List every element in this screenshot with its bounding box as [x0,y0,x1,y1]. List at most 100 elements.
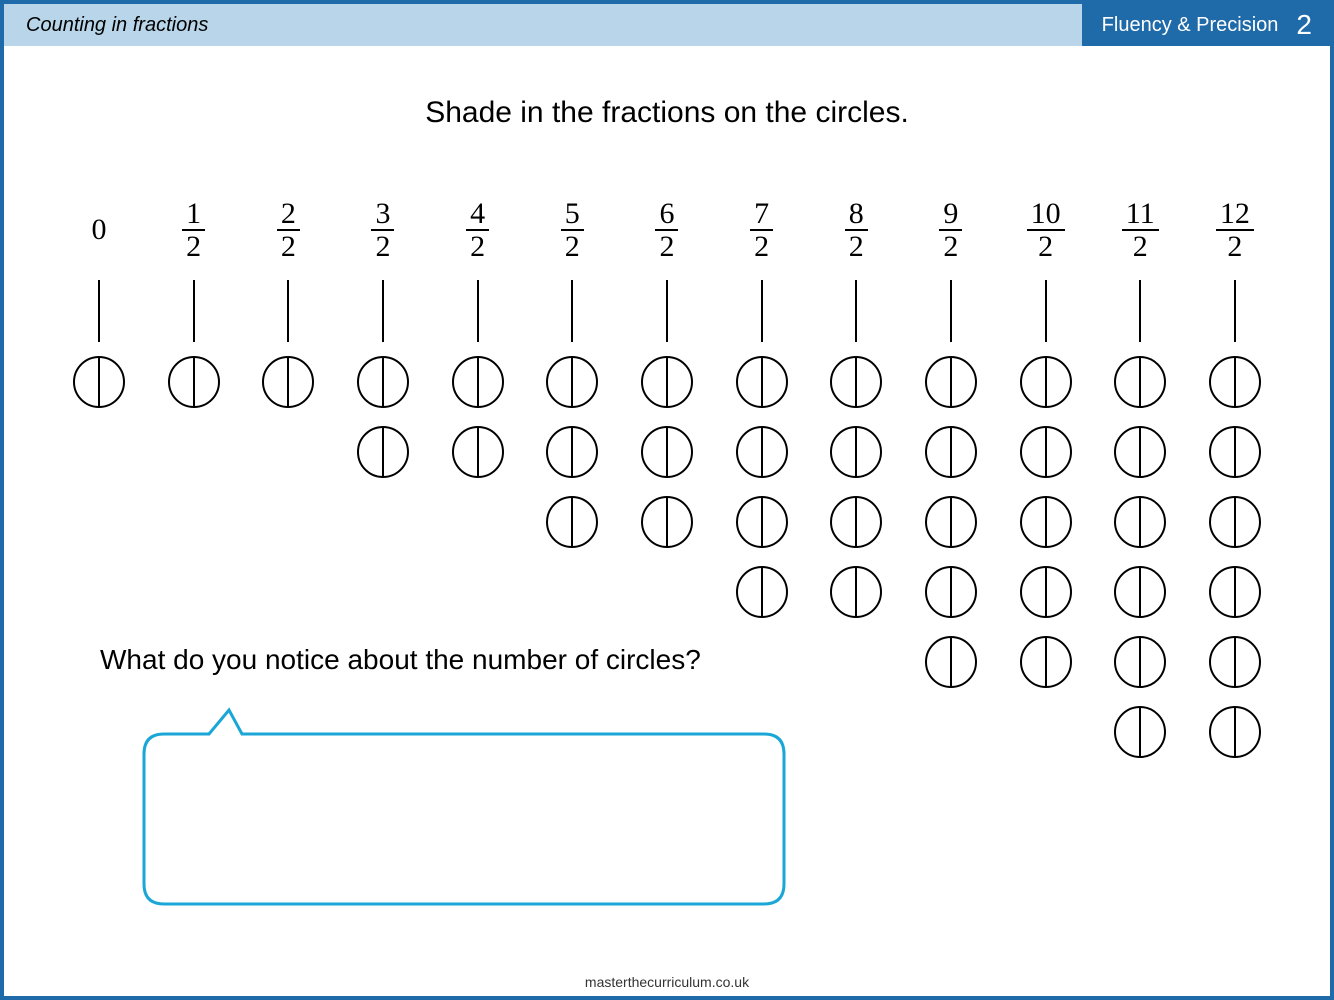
fraction-column: 92 [906,190,996,760]
fraction-column: 102 [1001,190,1091,760]
half-circle-diagram[interactable] [1112,634,1168,690]
fraction-label: 32 [338,190,428,270]
circle-stack [149,354,239,410]
half-circle-diagram[interactable] [828,424,884,480]
circle-stack [1095,354,1185,760]
fraction-denominator: 2 [1223,231,1246,263]
half-circle-diagram[interactable] [734,494,790,550]
fraction-numerator: 2 [277,198,300,232]
tick-mark [193,280,195,342]
fraction-denominator: 2 [1034,231,1057,263]
half-circle-diagram[interactable] [1112,564,1168,620]
fraction-denominator: 2 [1129,231,1152,263]
tick-mark [761,280,763,342]
half-circle-diagram[interactable] [1018,564,1074,620]
half-circle-diagram[interactable] [639,354,695,410]
half-circle-diagram[interactable] [734,354,790,410]
fraction-label: 102 [1001,190,1091,270]
half-circle-diagram[interactable] [734,564,790,620]
half-circle-diagram[interactable] [1207,634,1263,690]
speech-bubble[interactable] [114,704,814,914]
fraction-numerator: 11 [1122,198,1159,232]
half-circle-diagram[interactable] [544,354,600,410]
half-circle-diagram[interactable] [1018,424,1074,480]
fraction-denominator: 2 [466,231,489,263]
half-circle-diagram[interactable] [923,634,979,690]
half-circle-diagram[interactable] [1018,354,1074,410]
circle-stack [433,354,523,480]
half-circle-diagram[interactable] [450,424,506,480]
fraction-column: 122 [1190,190,1280,760]
tick-mark [666,280,668,342]
fraction: 42 [466,198,489,263]
question-text: What do you notice about the number of c… [100,644,701,676]
fraction-denominator: 2 [845,231,868,263]
half-circle-diagram[interactable] [923,424,979,480]
half-circle-diagram[interactable] [1018,634,1074,690]
fraction-label: 82 [811,190,901,270]
fraction-numerator: 5 [561,198,584,232]
topic-title: Counting in fractions [4,4,1082,46]
fraction-denominator: 2 [750,231,773,263]
fraction-numerator: 10 [1027,198,1065,232]
half-circle-diagram[interactable] [166,354,222,410]
half-circle-diagram[interactable] [734,424,790,480]
half-circle-diagram[interactable] [1112,494,1168,550]
fraction-denominator: 2 [655,231,678,263]
tick-mark [1139,280,1141,342]
half-circle-diagram[interactable] [828,494,884,550]
fraction-label: 22 [243,190,333,270]
half-circle-diagram[interactable] [544,494,600,550]
half-circle-diagram[interactable] [1112,704,1168,760]
half-circle-diagram[interactable] [71,354,127,410]
circle-stack [1001,354,1091,690]
half-circle-diagram[interactable] [1112,354,1168,410]
half-circle-diagram[interactable] [639,424,695,480]
half-circle-diagram[interactable] [1018,494,1074,550]
tick-mark [477,280,479,342]
half-circle-diagram[interactable] [828,564,884,620]
half-circle-diagram[interactable] [260,354,316,410]
half-circle-diagram[interactable] [1207,704,1263,760]
fraction-label: 112 [1095,190,1185,270]
fraction-label: 52 [527,190,617,270]
half-circle-diagram[interactable] [355,424,411,480]
circle-stack [906,354,996,690]
fraction-denominator: 2 [277,231,300,263]
tick-mark [950,280,952,342]
half-circle-diagram[interactable] [828,354,884,410]
fraction: 102 [1027,198,1065,263]
fraction: 62 [655,198,678,263]
half-circle-diagram[interactable] [450,354,506,410]
worksheet-page: Counting in fractions Fluency & Precisio… [0,0,1334,1000]
page-number: 2 [1296,9,1312,41]
instruction-text: Shade in the fractions on the circles. [34,96,1300,130]
half-circle-diagram[interactable] [923,494,979,550]
fraction-denominator: 2 [371,231,394,263]
half-circle-diagram[interactable] [1207,424,1263,480]
half-circle-diagram[interactable] [1207,494,1263,550]
circle-stack [54,354,144,410]
fraction: 82 [845,198,868,263]
header-right: Fluency & Precision 2 [1082,4,1330,46]
half-circle-diagram[interactable] [544,424,600,480]
fraction-label: 42 [433,190,523,270]
fraction-label: 122 [1190,190,1280,270]
fraction-numerator: 6 [655,198,678,232]
half-circle-diagram[interactable] [923,564,979,620]
half-circle-diagram[interactable] [639,494,695,550]
tick-mark [287,280,289,342]
half-circle-diagram[interactable] [923,354,979,410]
fraction-column: 72 [717,190,807,760]
circle-stack [527,354,617,550]
fraction: 122 [1216,198,1254,263]
half-circle-diagram[interactable] [1207,564,1263,620]
circle-stack [1190,354,1280,760]
fraction: 92 [939,198,962,263]
footer-credit: masterthecurriculum.co.uk [4,974,1330,990]
fraction: 22 [277,198,300,263]
fraction-numerator: 8 [845,198,868,232]
half-circle-diagram[interactable] [355,354,411,410]
half-circle-diagram[interactable] [1112,424,1168,480]
half-circle-diagram[interactable] [1207,354,1263,410]
